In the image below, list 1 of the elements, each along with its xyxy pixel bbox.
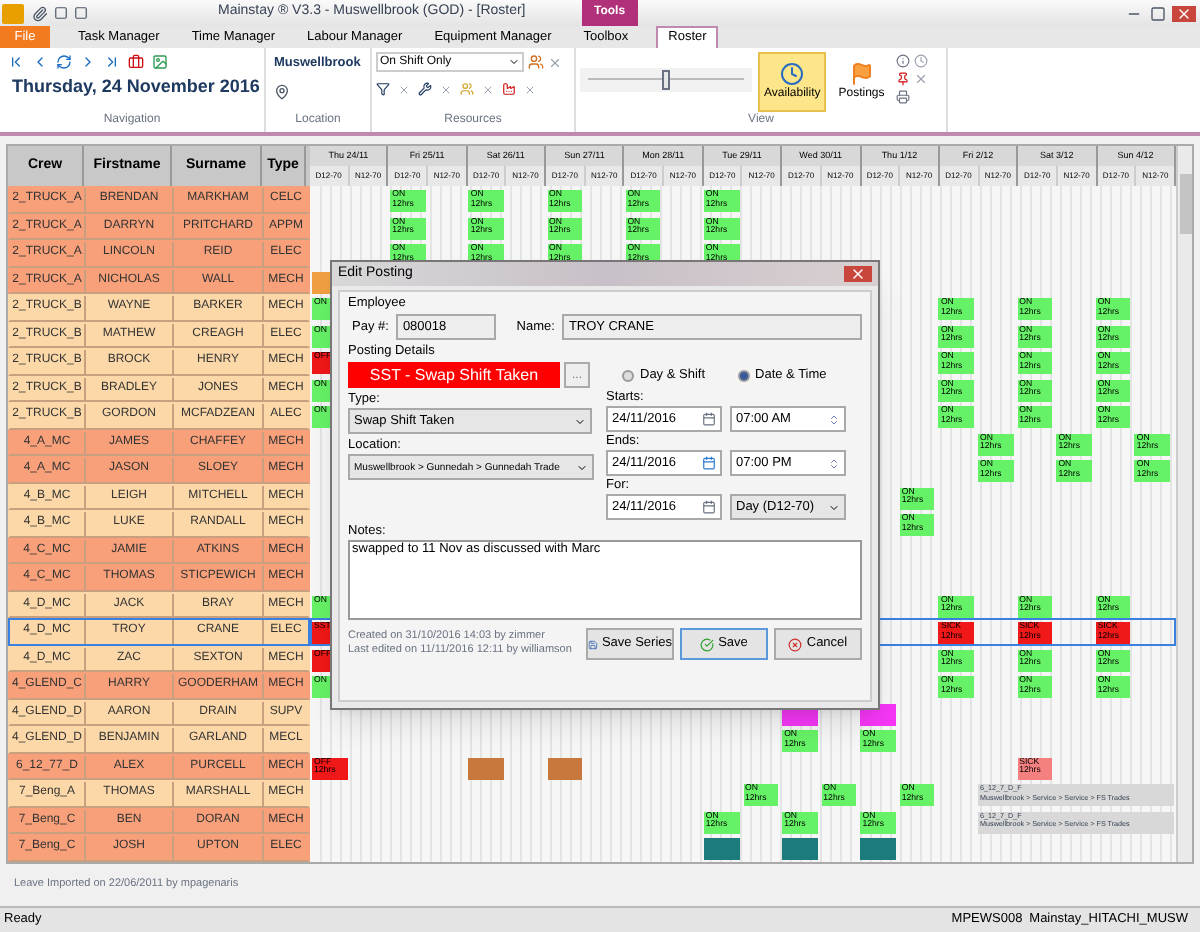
current-date: Thursday, 24 November 2016 bbox=[12, 76, 260, 98]
